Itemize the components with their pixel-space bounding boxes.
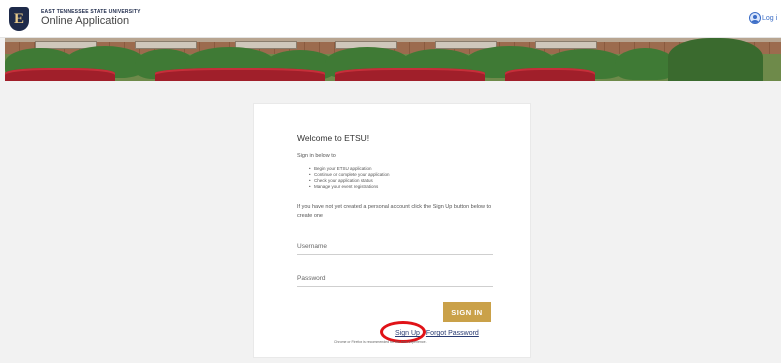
user-icon xyxy=(749,12,761,24)
account-info-text: If you have not yet created a personal a… xyxy=(297,204,492,219)
login-link-label: Log i xyxy=(762,14,778,22)
username-input[interactable] xyxy=(297,239,493,255)
window xyxy=(135,41,197,49)
sign-in-intro: Sign in below to xyxy=(297,153,336,159)
red-flower-bed xyxy=(5,68,115,81)
welcome-heading: Welcome to ETSU! xyxy=(297,133,370,143)
password-input[interactable] xyxy=(297,271,493,287)
tree xyxy=(668,38,763,81)
account-links: Sign Up Forgot Password xyxy=(395,330,479,337)
header: E EAST TENNESSEE STATE UNIVERSITY Online… xyxy=(0,0,781,38)
university-logo[interactable]: E xyxy=(9,7,29,31)
red-flower-bed xyxy=(155,68,325,81)
list-item: Manage your event registrations xyxy=(309,184,390,190)
forgot-password-link[interactable]: Forgot Password xyxy=(426,330,479,337)
login-link[interactable]: Log i xyxy=(749,12,777,24)
sign-up-link[interactable]: Sign Up xyxy=(395,330,420,337)
red-flower-bed xyxy=(335,68,485,81)
app-title: Online Application xyxy=(41,15,130,27)
feature-list: Begin your ETSU application Continue or … xyxy=(309,166,390,190)
logo-letter: E xyxy=(13,10,24,27)
campus-banner-image xyxy=(5,38,781,81)
shrub xyxy=(615,48,675,80)
red-flower-bed xyxy=(505,68,595,81)
window xyxy=(535,41,597,49)
sign-in-button[interactable]: SIGN IN xyxy=(443,302,491,322)
login-card: Welcome to ETSU! Sign in below to Begin … xyxy=(253,103,531,358)
browser-recommendation: Chrome or Firefox is recommended for the… xyxy=(334,340,427,344)
